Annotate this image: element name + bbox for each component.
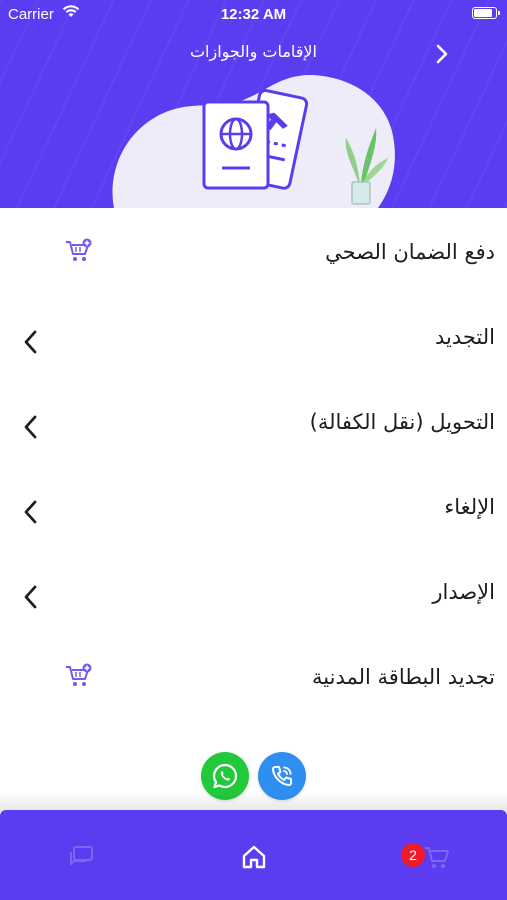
status-bar: Carrier 12:32 AM xyxy=(0,0,507,28)
chat-icon[interactable] xyxy=(66,842,96,872)
tab-bar-shadow xyxy=(0,792,507,812)
cart-icon[interactable] xyxy=(422,842,452,872)
passport-illustration xyxy=(112,74,395,208)
service-item-cancellation[interactable]: الإلغاء xyxy=(0,469,507,554)
service-item-civil-id-renewal[interactable]: تجديد البطاقة المدنية xyxy=(0,639,507,724)
cart-add-icon[interactable] xyxy=(64,663,92,689)
battery-icon xyxy=(472,7,500,19)
whatsapp-icon xyxy=(213,763,238,789)
service-label: الإلغاء xyxy=(444,495,495,519)
chevron-right-icon xyxy=(436,44,448,64)
phone-icon xyxy=(272,766,292,786)
cart-badge: 2 xyxy=(401,843,425,867)
chevron-left-icon xyxy=(24,415,37,439)
cart-add-icon[interactable] xyxy=(64,238,92,264)
service-label: التحويل (نقل الكفالة) xyxy=(309,410,495,434)
service-label: دفع الضمان الصحي xyxy=(325,240,495,264)
chevron-left-icon xyxy=(24,330,37,354)
page-title: الإقامات والجوازات xyxy=(189,42,317,61)
service-item-issuance[interactable]: الإصدار xyxy=(0,554,507,639)
home-icon[interactable] xyxy=(239,842,269,872)
service-item-renewal[interactable]: التجديد xyxy=(0,299,507,384)
chevron-left-icon xyxy=(24,585,37,609)
service-item-health-insurance[interactable]: دفع الضمان الصحي xyxy=(0,214,507,299)
service-label: تجديد البطاقة المدنية xyxy=(312,665,495,689)
back-button[interactable] xyxy=(428,40,456,68)
header: Carrier 12:32 AM الإقامات والجوازات xyxy=(0,0,507,208)
service-label: التجديد xyxy=(434,325,495,349)
tab-bar xyxy=(0,810,507,900)
service-list: دفع الضمان الصحي التجديد التحويل (نقل ال… xyxy=(0,214,507,724)
service-item-transfer[interactable]: التحويل (نقل الكفالة) xyxy=(0,384,507,469)
chevron-left-icon xyxy=(24,500,37,524)
service-label: الإصدار xyxy=(432,580,495,604)
clock: 12:32 AM xyxy=(220,6,287,23)
